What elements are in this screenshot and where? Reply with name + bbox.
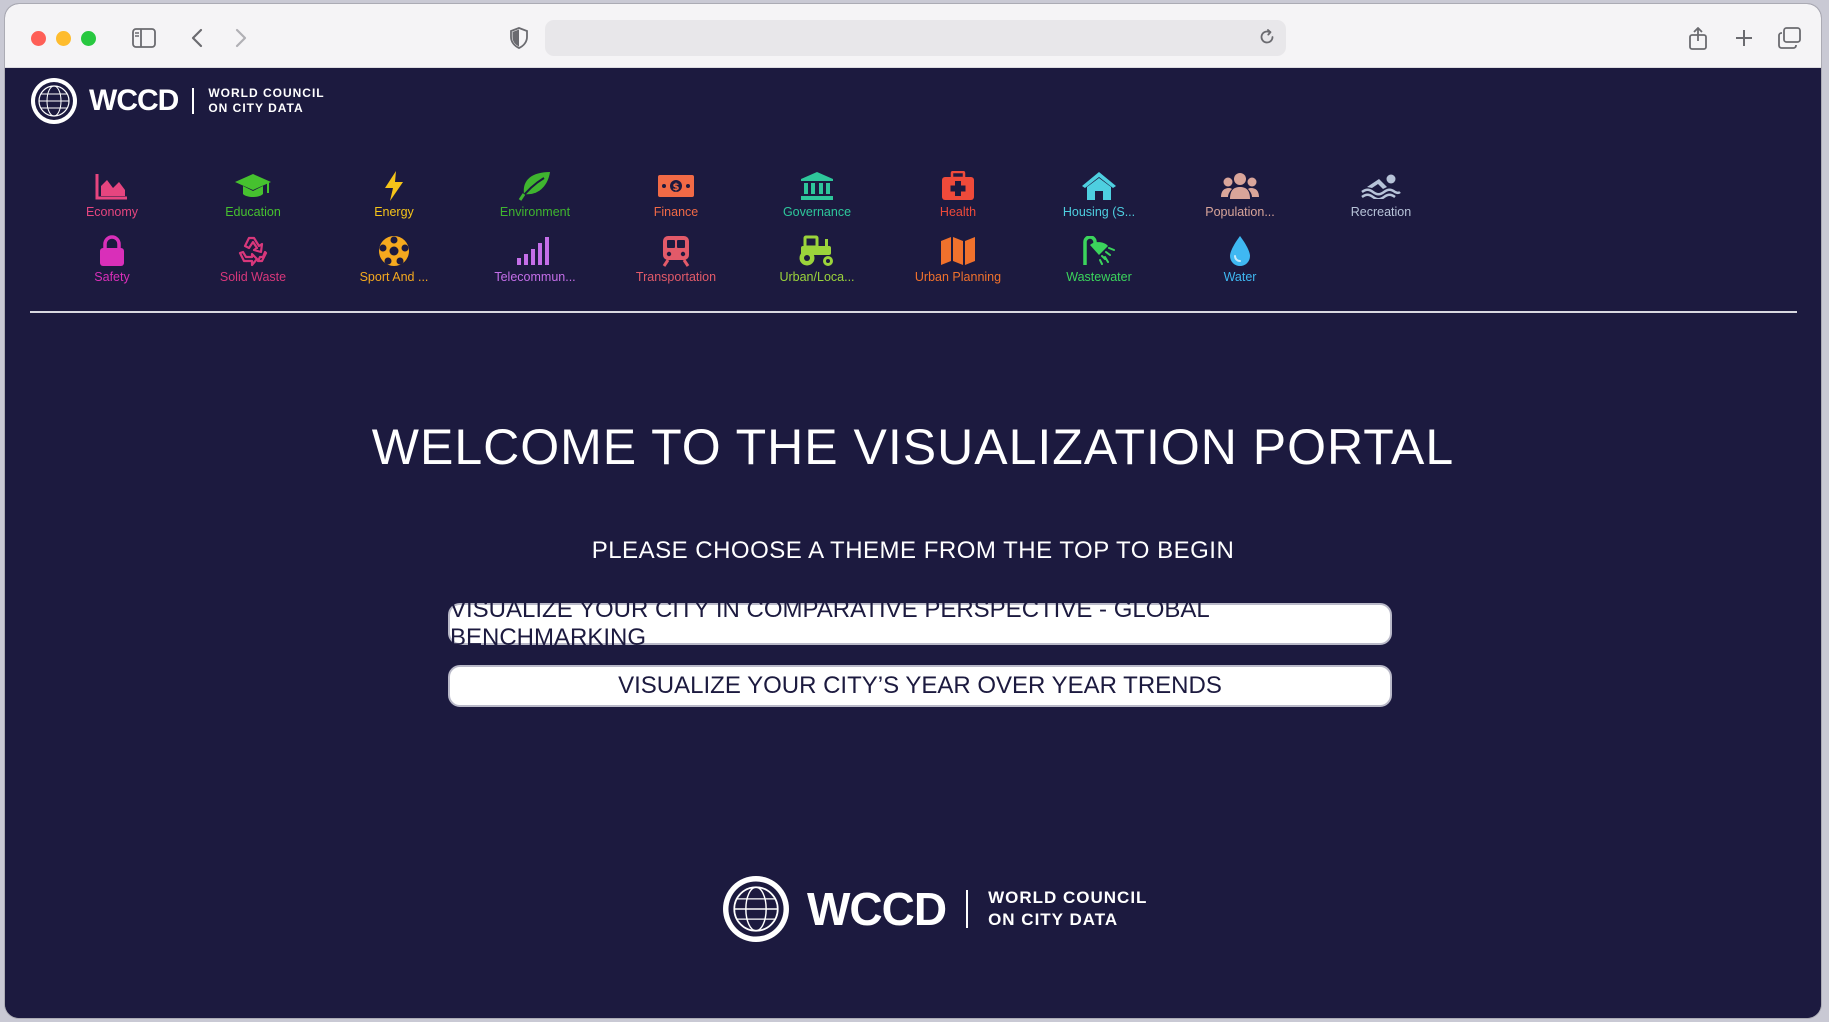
wccd-logo-footer: WCCD WORLD COUNCIL ON CITY DATA	[723, 876, 1147, 942]
theme-label: Wastewater	[1066, 270, 1132, 284]
tab-overview-icon[interactable]	[1777, 22, 1803, 54]
theme-sport-and[interactable]: Sport And ...	[314, 233, 474, 293]
year-over-year-trends-button[interactable]: VISUALIZE YOUR CITY’S YEAR OVER YEAR TRE…	[448, 665, 1392, 707]
brand-line-1: WORLD COUNCIL	[208, 86, 325, 100]
swimmer-icon	[1361, 168, 1401, 204]
theme-health[interactable]: Health	[878, 168, 1038, 228]
brand-wordmark: WCCD	[89, 84, 179, 117]
wccd-logo-header[interactable]: WCCD WORLD COUNCIL ON CITY DATA	[31, 78, 325, 124]
theme-urban-planning[interactable]: Urban Planning	[878, 233, 1038, 293]
brand-line-2: ON CITY DATA	[208, 101, 304, 115]
lock-icon	[92, 233, 132, 269]
medical-kit-icon	[938, 168, 978, 204]
house-icon	[1079, 168, 1119, 204]
people-icon	[1220, 168, 1260, 204]
theme-solid-waste[interactable]: Solid Waste	[173, 233, 333, 293]
brand-divider	[966, 890, 969, 928]
theme-governance[interactable]: Governance	[737, 168, 897, 228]
global-benchmarking-button[interactable]: VISUALIZE YOUR CITY IN COMPARATIVE PERSP…	[448, 596, 1392, 651]
brand-divider	[192, 88, 195, 114]
shield-privacy-icon[interactable]	[507, 22, 531, 54]
theme-telecommun[interactable]: Telecommun...	[455, 233, 615, 293]
chart-area-icon	[92, 168, 132, 204]
landmark-icon	[797, 168, 837, 204]
theme-label: Finance	[653, 205, 699, 219]
forward-arrow-icon[interactable]	[229, 22, 253, 54]
address-bar[interactable]	[545, 20, 1286, 56]
welcome-heading: WELCOME TO THE VISUALIZATION PORTAL	[371, 419, 1455, 475]
theme-environment[interactable]: Environment	[455, 168, 615, 228]
brand-wordmark: WCCD	[807, 883, 947, 935]
lightning-bolt-icon	[374, 168, 414, 204]
choose-theme-instruction: PLEASE CHOOSE A THEME FROM THE TOP TO BE…	[591, 537, 1235, 564]
svg-text:$: $	[673, 182, 680, 193]
theme-water[interactable]: Water	[1160, 233, 1320, 293]
theme-transportation[interactable]: Transportation	[596, 233, 756, 293]
signal-bars-icon	[515, 233, 555, 269]
theme-label: Solid Waste	[219, 270, 287, 284]
maximize-window-button[interactable]	[81, 31, 96, 46]
new-tab-plus-icon[interactable]	[1732, 22, 1756, 54]
sidebar-toggle-icon[interactable]	[129, 22, 159, 54]
brand-subtitle: WORLD COUNCIL ON CITY DATA	[988, 887, 1147, 931]
theme-label: Education	[225, 205, 281, 219]
close-window-button[interactable]	[31, 31, 46, 46]
theme-wastewater[interactable]: Wastewater	[1019, 233, 1179, 293]
theme-label: Urban/Loca...	[779, 270, 855, 284]
theme-label: Health	[939, 205, 977, 219]
theme-label: Governance	[782, 205, 852, 219]
ball-icon	[374, 233, 414, 269]
leaf-icon	[515, 168, 555, 204]
theme-label: Water	[1223, 270, 1257, 284]
theme-label: Housing (S...	[1062, 205, 1136, 219]
theme-label: Safety	[94, 270, 130, 284]
theme-recreation[interactable]: Recreation	[1301, 168, 1461, 228]
portal-page: WCCD WORLD COUNCIL ON CITY DATA Economy E…	[5, 68, 1821, 1018]
theme-label: Sport And ...	[359, 270, 429, 284]
tractor-icon	[797, 233, 837, 269]
water-drop-icon	[1220, 233, 1260, 269]
theme-urban-loca[interactable]: Urban/Loca...	[737, 233, 897, 293]
shower-icon	[1079, 233, 1119, 269]
theme-label: Population...	[1205, 205, 1275, 219]
theme-label: Telecommun...	[494, 270, 576, 284]
brand-subtitle: WORLD COUNCIL ON CITY DATA	[208, 86, 324, 116]
theme-energy[interactable]: Energy	[314, 168, 474, 228]
back-arrow-icon[interactable]	[185, 22, 209, 54]
recycle-icon	[233, 233, 273, 269]
theme-safety[interactable]: Safety	[32, 233, 192, 293]
minimize-window-button[interactable]	[56, 31, 71, 46]
graduation-cap-icon	[233, 168, 273, 204]
theme-label: Urban Planning	[914, 270, 1002, 284]
brand-line-1: WORLD COUNCIL	[988, 888, 1148, 907]
theme-label: Transportation	[635, 270, 717, 284]
theme-menu: Economy Education Energy Environment $ Financ…	[5, 168, 1821, 328]
share-icon[interactable]	[1686, 22, 1710, 54]
theme-education[interactable]: Education	[173, 168, 333, 228]
brand-line-2: ON CITY DATA	[988, 910, 1119, 929]
theme-label: Environment	[499, 205, 571, 219]
reload-icon[interactable]	[1258, 28, 1276, 51]
theme-label: Economy	[85, 205, 139, 219]
theme-finance[interactable]: $ Finance	[596, 168, 756, 228]
theme-economy[interactable]: Economy	[32, 168, 192, 228]
theme-label: Energy	[374, 205, 414, 219]
globe-logo-icon	[723, 876, 789, 942]
money-bill-icon: $	[656, 168, 696, 204]
subway-icon	[656, 233, 696, 269]
browser-toolbar	[5, 4, 1821, 68]
globe-logo-icon	[31, 78, 77, 124]
browser-window: WCCD WORLD COUNCIL ON CITY DATA Economy E…	[5, 4, 1821, 1018]
theme-housing-s[interactable]: Housing (S...	[1019, 168, 1179, 228]
theme-label: Recreation	[1350, 205, 1412, 219]
theme-divider	[30, 311, 1797, 313]
map-icon	[938, 233, 978, 269]
theme-population[interactable]: Population...	[1160, 168, 1320, 228]
